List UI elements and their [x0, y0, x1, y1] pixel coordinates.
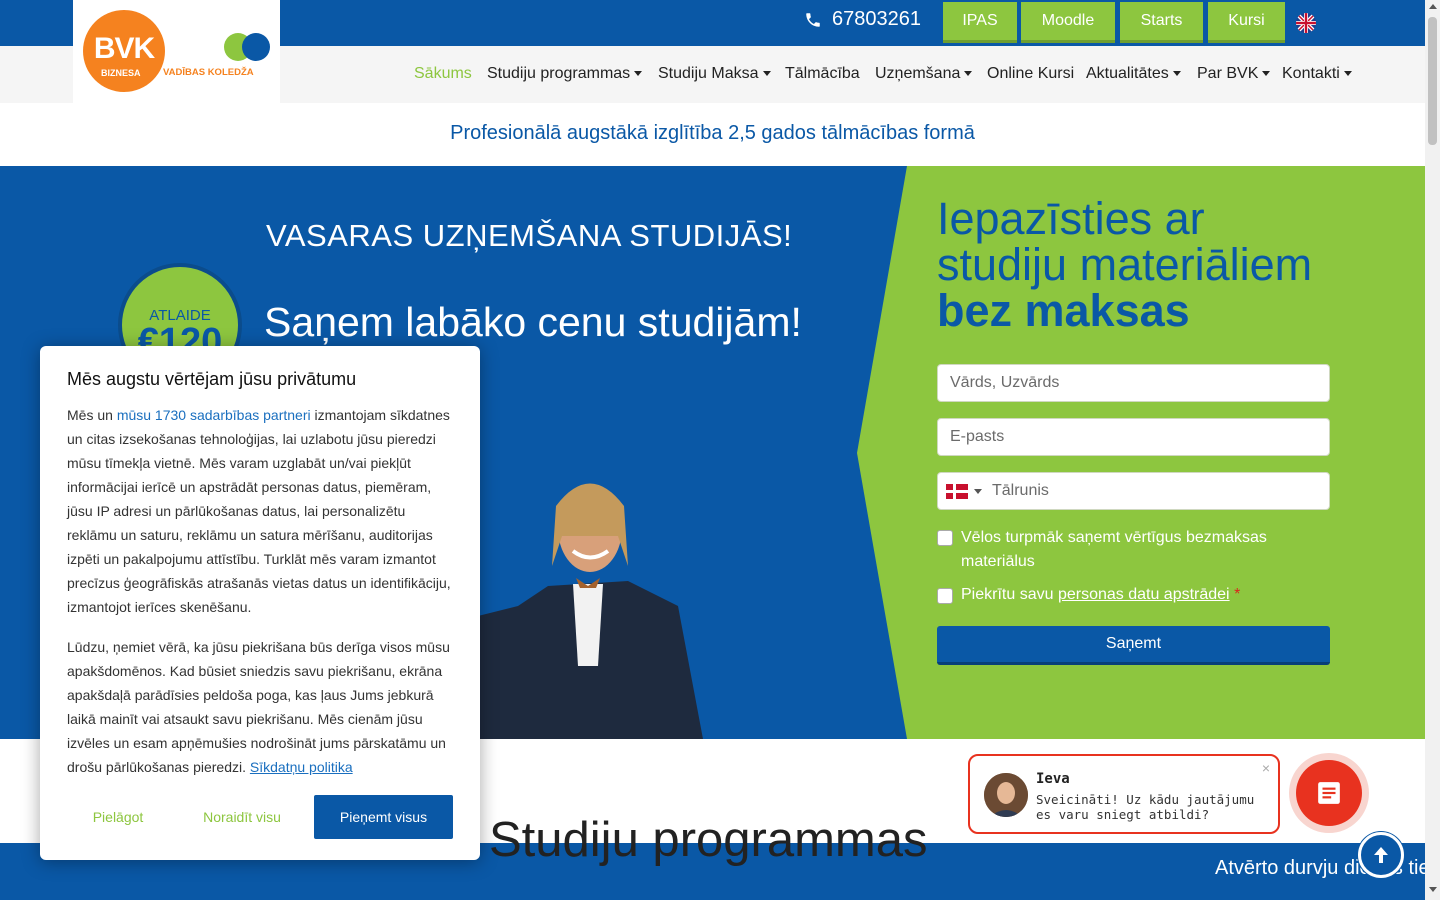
accept-all-button[interactable]: Pieņemt visus	[314, 795, 453, 839]
consent-checkbox-label: Piekrītu savu personas datu apstrādei *	[961, 586, 1241, 603]
caret-down-icon	[762, 71, 771, 77]
nav-item-studiju-maksa[interactable]: Studiju Maksa	[658, 65, 771, 83]
kursi-button[interactable]: Kursi	[1208, 2, 1285, 43]
arrow-up-icon	[1374, 847, 1388, 863]
scroll-thumb[interactable]	[1428, 17, 1437, 145]
country-flag-dropdown[interactable]	[938, 473, 992, 509]
cookie-consent-dialog: Mēs augstu vērtējam jūsu privātumu Mēs u…	[40, 346, 480, 860]
page-scrollbar[interactable]	[1425, 0, 1440, 900]
avatar	[984, 773, 1028, 817]
phone-placeholder: Tālrunis	[992, 482, 1049, 499]
scroll-up-icon[interactable]	[1429, 4, 1437, 9]
email-input[interactable]: E-pasts	[937, 418, 1330, 456]
uk-flag-icon[interactable]	[1296, 13, 1316, 33]
starts-button[interactable]: Starts	[1120, 2, 1203, 43]
partners-link[interactable]: mūsu 1730 sadarbības partneri	[117, 407, 311, 423]
consent-checkbox[interactable]	[937, 588, 953, 604]
chat-message: Sveicināti! Uz kādu jautājumu es varu sn…	[1036, 792, 1255, 822]
close-icon[interactable]: ×	[1262, 760, 1270, 776]
logo-text: BVK	[93, 32, 155, 65]
logo-circle: BVK BIZNESA	[83, 10, 165, 92]
cookie-paragraph-2: Lūdzu, ņemiet vērā, ka jūsu piekrišana b…	[67, 639, 450, 775]
reject-all-button[interactable]: Noraidīt visu	[190, 795, 294, 839]
site-logo[interactable]: BVK BIZNESA VADĪBAS KOLEDŽA	[73, 0, 280, 103]
nav-item-online-kursi[interactable]: Online Kursi	[987, 65, 1074, 83]
cookie-policy-link[interactable]: Sīkdatņu politika	[250, 759, 353, 775]
nav-item-studiju-programmas[interactable]: Studiju programmas	[487, 65, 643, 83]
cookie-paragraph-1: Mēs un mūsu 1730 sadarbības partneri izm…	[67, 407, 451, 615]
chat-icon	[1296, 760, 1362, 826]
hero-title: VASARAS UZŅEMŠANA STUDIJĀS!	[266, 218, 793, 253]
form-title: Iepazīsties ar studiju materiāliem bez m…	[937, 193, 1313, 336]
customize-button[interactable]: Pielāgot	[67, 795, 169, 839]
phone-number: 67803261	[832, 8, 921, 30]
logo-subtext: BIZNESA	[101, 68, 141, 78]
submit-button[interactable]: Saņemt	[937, 626, 1330, 665]
moodle-button[interactable]: Moodle	[1021, 2, 1115, 43]
hero-subtitle: Saņem labāko cenu studijām!	[264, 299, 802, 345]
caret-down-icon	[964, 71, 973, 77]
scroll-to-top-button[interactable]	[1358, 832, 1404, 878]
scroll-down-icon[interactable]	[1429, 887, 1437, 892]
newsletter-checkbox[interactable]	[937, 530, 953, 546]
cookie-title: Mēs augstu vērtējam jūsu privātumu	[67, 369, 357, 389]
nav-item-talmaciba[interactable]: Tālmācība	[785, 65, 860, 83]
caret-down-icon	[634, 71, 643, 77]
caret-down-icon	[974, 488, 982, 494]
phone-input[interactable]: Tālrunis	[937, 472, 1330, 510]
caret-down-icon	[1262, 71, 1271, 77]
logo-dots	[224, 33, 272, 63]
ipas-button[interactable]: IPAS	[943, 2, 1017, 43]
chat-popup[interactable]: Ieva Sveicināti! Uz kādu jautājumu es va…	[968, 754, 1280, 834]
newsletter-checkbox-label: Vēlos turpmāk saņemt vērtīgus bezmaksas …	[961, 529, 1267, 570]
section-title: Studiju programmas	[489, 813, 928, 867]
nav-item-uznemsana[interactable]: Uzņemšana	[875, 65, 973, 83]
chat-agent-name: Ieva	[1036, 771, 1070, 787]
required-mark: *	[1234, 586, 1241, 603]
caret-down-icon	[1172, 71, 1181, 77]
hero-person-image	[478, 483, 703, 739]
page: 67803261 IPAS Moodle Starts Kursi BVK BI…	[0, 0, 1440, 900]
nav-item-par-bvk[interactable]: Par BVK	[1197, 65, 1271, 83]
nav-item-sakums[interactable]: Sākums	[414, 65, 472, 83]
phone-icon	[806, 12, 820, 27]
nav-item-aktualitates[interactable]: Aktualitātes	[1086, 65, 1181, 83]
tagline: Profesionālā augstākā izglītība 2,5 gado…	[450, 122, 975, 144]
caret-down-icon	[1343, 71, 1352, 77]
phone-link[interactable]: 67803261	[804, 8, 921, 31]
denmark-flag-icon	[946, 483, 968, 499]
logo-college-text: VADĪBAS KOLEDŽA	[163, 67, 254, 78]
nav-item-kontakti[interactable]: Kontakti	[1282, 65, 1352, 83]
name-input[interactable]: Vārds, Uzvārds	[937, 364, 1330, 402]
privacy-link[interactable]: personas datu apstrādei	[1058, 586, 1230, 603]
chat-button[interactable]	[1289, 753, 1369, 833]
